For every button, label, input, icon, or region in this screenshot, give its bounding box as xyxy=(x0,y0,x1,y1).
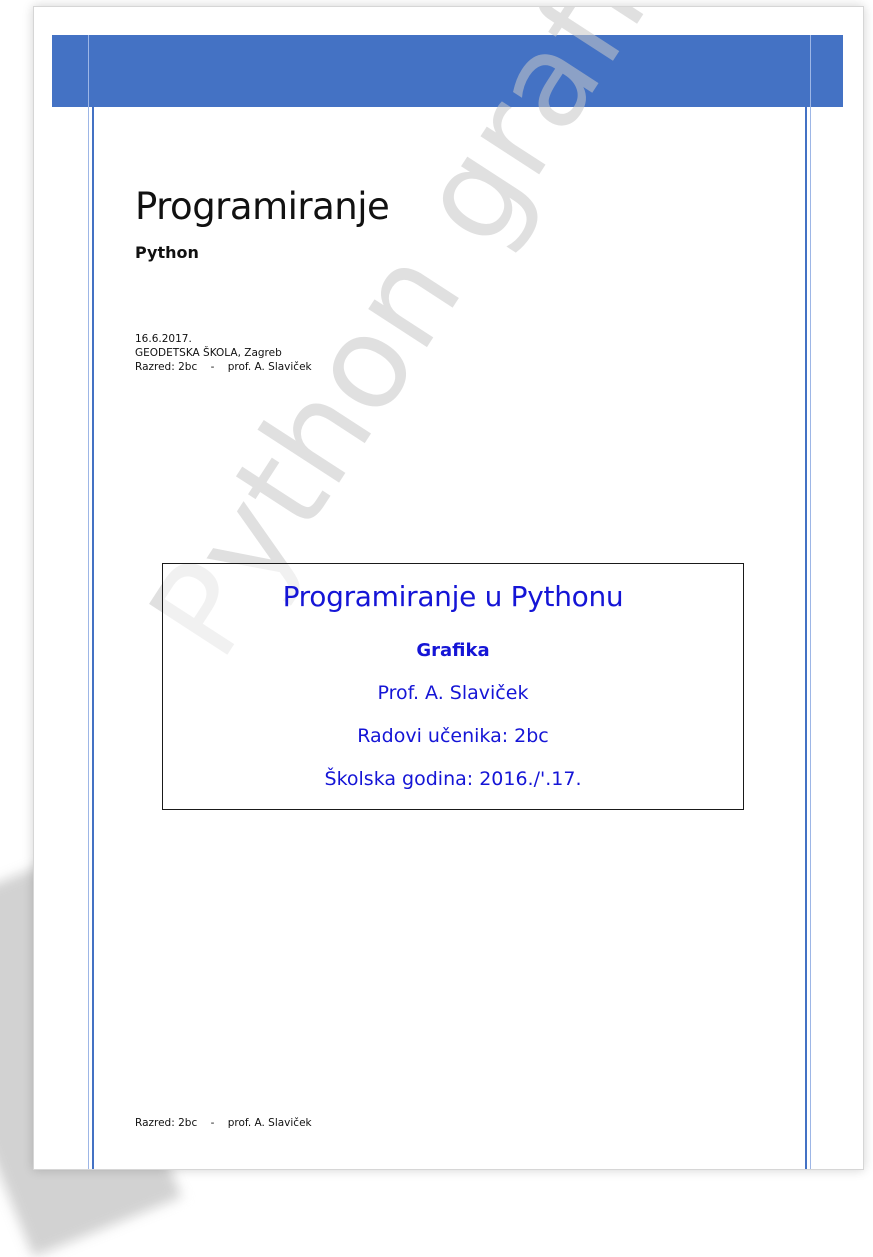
document-title: Programiranje xyxy=(135,185,390,228)
box-teacher: Prof. A. Slaviček xyxy=(377,682,529,704)
box-title: Programiranje u Pythonu xyxy=(282,580,624,613)
document-subtitle: Python xyxy=(135,243,199,262)
left-border-line xyxy=(92,35,94,1169)
left-border-line-inner xyxy=(88,35,89,1169)
page-footer: Razred: 2bc - prof. A. Slaviček xyxy=(135,1117,312,1129)
right-border-line xyxy=(805,35,807,1169)
box-students: Radovi učenika: 2bc xyxy=(357,725,549,747)
document-page: Python grafika Programiranje Python 16.6… xyxy=(33,6,864,1170)
info-box: Programiranje u Pythonu Grafika Prof. A.… xyxy=(162,563,744,810)
header-band xyxy=(52,35,843,107)
box-topic: Grafika xyxy=(416,640,490,661)
document-meta: 16.6.2017. GEODETSKA ŠKOLA, Zagreb Razre… xyxy=(135,332,312,374)
right-border-line-inner xyxy=(810,35,811,1169)
document-date: 16.6.2017. xyxy=(135,333,192,345)
box-school-year: Školska godina: 2016./'.17. xyxy=(324,768,582,790)
class-teacher-line: Razred: 2bc - prof. A. Slaviček xyxy=(135,361,312,373)
school-name: GEODETSKA ŠKOLA, Zagreb xyxy=(135,347,282,359)
